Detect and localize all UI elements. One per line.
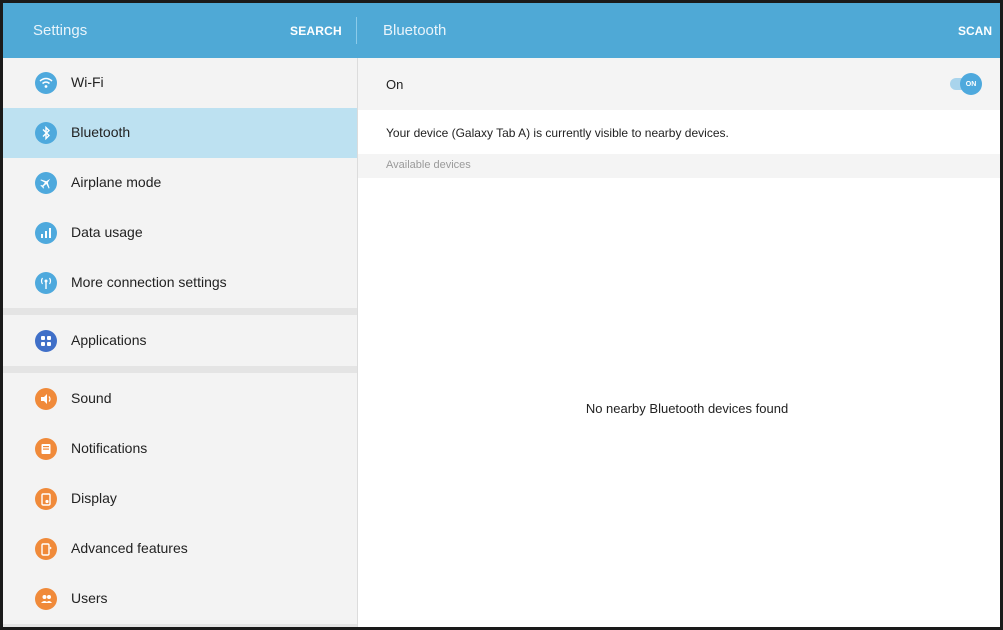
airplane-icon: [35, 172, 57, 194]
sidebar-item-notifications[interactable]: Notifications: [3, 424, 357, 474]
section-divider: [3, 624, 357, 627]
sidebar-item-label: Notifications: [71, 440, 148, 456]
sidebar-item-label: Sound: [71, 390, 112, 406]
bluetooth-icon: [35, 122, 57, 144]
data-usage-icon: [35, 222, 57, 244]
sidebar-item-applications[interactable]: Applications: [3, 316, 357, 366]
app-bar: Settings SEARCH Bluetooth SCAN: [3, 3, 1000, 58]
sound-icon: [35, 388, 57, 410]
scan-button[interactable]: SCAN: [958, 24, 992, 38]
visibility-message: Your device (Galaxy Tab A) is currently …: [386, 126, 729, 140]
wifi-icon: [35, 72, 57, 94]
sidebar-item-label: Users: [71, 590, 108, 606]
sidebar-item-airplane-mode[interactable]: Airplane mode: [3, 158, 357, 208]
sidebar-item-users[interactable]: Users: [3, 574, 357, 624]
bluetooth-switch-label: On: [386, 77, 404, 92]
settings-window: Settings SEARCH Bluetooth SCAN Wi-Fi Blu…: [0, 0, 1003, 630]
applications-icon: [35, 330, 57, 352]
sidebar-item-label: Display: [71, 490, 117, 506]
advanced-features-icon: [35, 538, 57, 560]
bluetooth-panel: On ON Your device (Galaxy Tab A) is curr…: [358, 58, 1000, 627]
section-divider: [3, 308, 357, 315]
sidebar-item-label: Advanced features: [71, 540, 188, 556]
sidebar-item-label: Wi-Fi: [71, 74, 104, 90]
sidebar-item-label: Bluetooth: [71, 124, 131, 140]
sidebar-item-label: More connection settings: [71, 274, 227, 290]
sidebar-item-bluetooth[interactable]: Bluetooth: [3, 108, 357, 158]
settings-title: Settings: [33, 22, 88, 39]
sidebar-item-wifi[interactable]: Wi-Fi: [3, 58, 357, 108]
bluetooth-toggle[interactable]: ON: [950, 73, 982, 95]
search-button[interactable]: SEARCH: [290, 24, 342, 38]
sidebar-item-label: Data usage: [71, 224, 143, 240]
settings-sidebar: Wi-Fi Bluetooth Airplane mode Data usage: [3, 58, 357, 627]
connection-settings-icon: [35, 272, 57, 294]
sidebar-item-label: Applications: [71, 332, 147, 348]
sidebar-item-label: Airplane mode: [71, 174, 162, 190]
sidebar-item-more-connection-settings[interactable]: More connection settings: [3, 258, 357, 308]
sidebar-item-data-usage[interactable]: Data usage: [3, 208, 357, 258]
bluetooth-switch-row[interactable]: On ON: [358, 58, 1000, 110]
display-icon: [35, 488, 57, 510]
available-devices-header: Available devices: [358, 154, 1000, 178]
sidebar-item-sound[interactable]: Sound: [3, 374, 357, 424]
toggle-knob: ON: [960, 73, 982, 95]
notifications-icon: [35, 438, 57, 460]
sidebar-item-advanced-features[interactable]: Advanced features: [3, 524, 357, 574]
section-divider: [3, 366, 357, 373]
sidebar-item-display[interactable]: Display: [3, 474, 357, 524]
users-icon: [35, 588, 57, 610]
available-devices-label: Available devices: [386, 159, 471, 171]
empty-devices-message: No nearby Bluetooth devices found: [585, 401, 789, 416]
app-bar-divider: [356, 17, 357, 44]
page-title: Bluetooth: [383, 22, 447, 39]
